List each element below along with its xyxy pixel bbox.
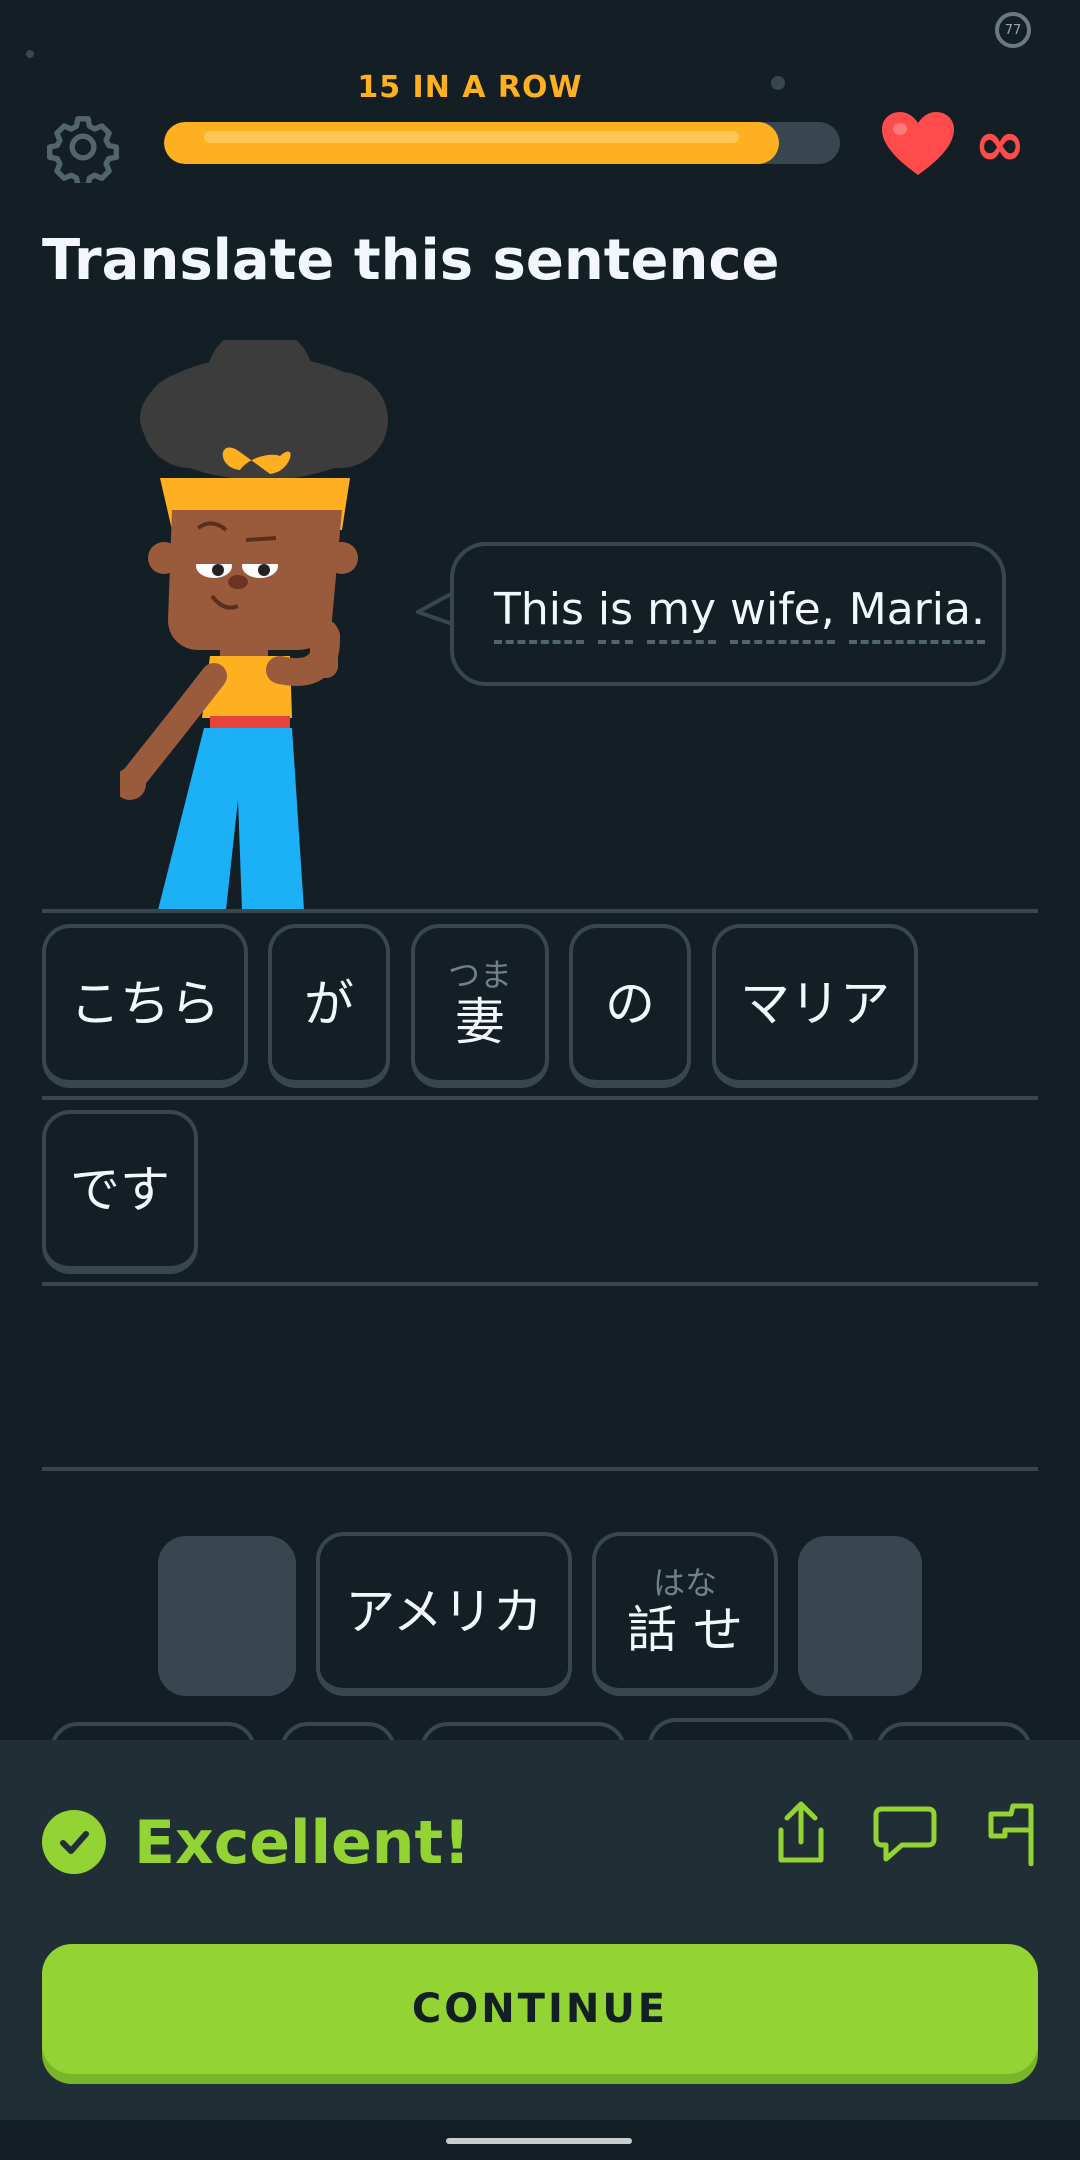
character-illustration: [120, 340, 388, 910]
word-bank-tile[interactable]: アメリカ: [316, 1532, 572, 1696]
answer-tile[interactable]: こちら: [42, 924, 248, 1088]
hearts-value: ∞: [974, 107, 1026, 180]
tile-text: マリア: [740, 974, 890, 1033]
progress-shine: [204, 131, 740, 143]
tile-text: 話 せ: [627, 1600, 743, 1659]
tile-text: アメリカ: [345, 1582, 543, 1641]
streak-label: 15 IN A ROW: [357, 70, 583, 105]
word-bank-slot-empty: [798, 1536, 922, 1696]
tile-text: こちら: [70, 974, 220, 1033]
check-icon: [42, 1810, 106, 1874]
speech-bubble: This is my wife, Maria.: [450, 542, 1006, 686]
tile-text: 妻: [455, 992, 505, 1051]
progress-fill: [164, 122, 780, 164]
prompt-sentence: This is my wife, Maria.: [494, 584, 985, 645]
word-bank-tile[interactable]: はな 話 せ: [592, 1532, 778, 1696]
tile-text: です: [70, 1160, 170, 1219]
sentence-word[interactable]: wife,: [729, 584, 835, 645]
answer-tile[interactable]: マリア: [712, 924, 918, 1088]
settings-button[interactable]: [40, 104, 126, 190]
status-ring: 77: [995, 12, 1031, 48]
sentence-word[interactable]: This: [494, 584, 584, 645]
answer-tile[interactable]: です: [42, 1110, 198, 1274]
sentence-word[interactable]: my: [647, 584, 716, 645]
heart-icon: [882, 112, 954, 175]
answer-tile[interactable]: が: [268, 924, 390, 1088]
flag-icon[interactable]: [976, 1798, 1046, 1868]
comment-icon[interactable]: [870, 1798, 940, 1868]
progress-bar: [164, 122, 840, 164]
prompt-title: Translate this sentence: [42, 228, 780, 293]
answer-tile[interactable]: つま 妻: [411, 924, 549, 1088]
status-dot: [26, 50, 34, 58]
tile-text: の: [605, 974, 655, 1033]
gear-icon: [47, 116, 119, 183]
answer-line: [42, 1467, 1038, 1471]
tile-ruby: つま: [447, 955, 512, 994]
continue-button[interactable]: CONTINUE: [42, 1944, 1038, 2074]
hearts-counter[interactable]: ∞: [880, 104, 1040, 184]
share-icon[interactable]: [766, 1798, 836, 1868]
feedback-title: Excellent!: [134, 1808, 471, 1878]
sentence-word[interactable]: Maria.: [848, 584, 985, 645]
answer-line: [42, 1096, 1038, 1100]
answer-line: [42, 1282, 1038, 1286]
home-indicator[interactable]: [446, 2138, 632, 2144]
tile-text: が: [304, 974, 354, 1033]
answer-tile[interactable]: の: [569, 924, 691, 1088]
tile-ruby: はな: [652, 1563, 717, 1602]
word-bank-slot-empty: [158, 1536, 296, 1696]
answer-line: [42, 909, 1038, 913]
sentence-word[interactable]: is: [597, 584, 634, 645]
status-ring-value: 77: [1004, 22, 1022, 38]
